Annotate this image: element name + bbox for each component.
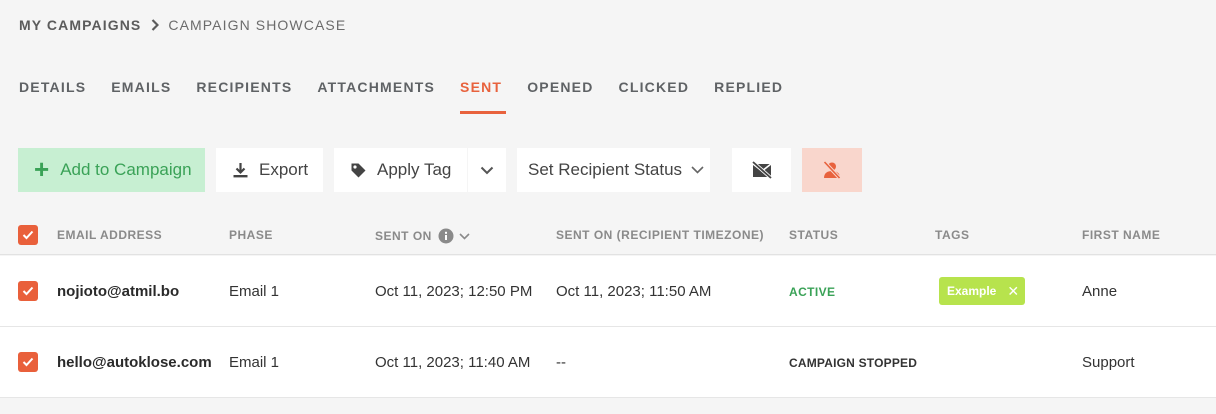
close-icon[interactable]: ✕ bbox=[1007, 283, 1019, 300]
table-row[interactable]: nojioto@atmil.bo Email 1 Oct 11, 2023; 1… bbox=[0, 256, 1216, 327]
chevron-right-icon bbox=[151, 19, 160, 31]
column-header-sent-on[interactable]: SENT ON bbox=[375, 228, 470, 244]
cell-first-name: Support bbox=[1082, 354, 1135, 371]
column-header-status[interactable]: STATUS bbox=[789, 228, 838, 242]
apply-tag-dropdown-button[interactable] bbox=[468, 148, 506, 192]
add-to-campaign-button[interactable]: + Add to Campaign bbox=[18, 148, 205, 192]
chevron-down-icon bbox=[691, 166, 704, 174]
check-icon bbox=[22, 286, 34, 296]
toolbar: + Add to Campaign Export Apply Tag Set R… bbox=[18, 148, 1198, 192]
status-badge: ACTIVE bbox=[789, 285, 836, 299]
breadcrumb-root[interactable]: MY CAMPAIGNS bbox=[19, 17, 141, 33]
tag-chip: Example ✕ bbox=[939, 277, 1025, 305]
tab-sent[interactable]: SENT bbox=[460, 79, 507, 114]
cell-phase: Email 1 bbox=[229, 283, 280, 300]
export-label: Export bbox=[259, 160, 309, 179]
set-recipient-status-label: Set Recipient Status bbox=[528, 160, 683, 179]
plus-icon: + bbox=[34, 154, 50, 184]
block-recipient-button[interactable] bbox=[802, 148, 862, 192]
row-checkbox[interactable] bbox=[18, 281, 38, 301]
cell-first-name: Anne bbox=[1082, 283, 1118, 300]
tab-clicked[interactable]: CLICKED bbox=[619, 79, 690, 114]
tab-emails[interactable]: EMAILS bbox=[111, 79, 171, 114]
cell-sent-on-tz: -- bbox=[556, 354, 566, 371]
cell-sent-on-tz: Oct 11, 2023; 11:50 AM bbox=[556, 283, 712, 300]
mail-off-icon bbox=[751, 161, 773, 179]
tab-replied[interactable]: REPLIED bbox=[714, 79, 783, 114]
download-icon bbox=[232, 162, 249, 179]
apply-tag-label: Apply Tag bbox=[377, 160, 452, 179]
user-off-icon bbox=[822, 161, 842, 179]
column-header-first-name[interactable]: FIRST NAME bbox=[1082, 228, 1160, 242]
add-to-campaign-label: Add to Campaign bbox=[60, 160, 192, 179]
breadcrumb: MY CAMPAIGNS CAMPAIGN SHOWCASE bbox=[19, 17, 346, 33]
select-all-checkbox[interactable] bbox=[18, 225, 38, 245]
check-icon bbox=[22, 357, 34, 367]
tab-bar: DETAILS EMAILS RECIPIENTS ATTACHMENTS SE… bbox=[19, 79, 808, 114]
apply-tag-button[interactable]: Apply Tag bbox=[334, 148, 467, 192]
cell-email[interactable]: hello@autoklose.com bbox=[57, 354, 212, 371]
cell-phase: Email 1 bbox=[229, 354, 280, 371]
chevron-down-icon bbox=[480, 166, 494, 175]
cell-sent-on: Oct 11, 2023; 12:50 PM bbox=[375, 283, 533, 300]
column-header-tags[interactable]: TAGS bbox=[935, 228, 969, 242]
tab-recipients[interactable]: RECIPIENTS bbox=[196, 79, 292, 114]
column-header-phase[interactable]: PHASE bbox=[229, 228, 273, 242]
column-header-email[interactable]: EMAIL ADDRESS bbox=[57, 228, 162, 242]
export-button[interactable]: Export bbox=[216, 148, 323, 192]
info-icon[interactable] bbox=[438, 228, 454, 244]
row-checkbox[interactable] bbox=[18, 352, 38, 372]
column-header-sent-on-tz[interactable]: SENT ON (RECIPIENT TIMEZONE) bbox=[556, 228, 764, 242]
breadcrumb-current: CAMPAIGN SHOWCASE bbox=[168, 17, 347, 33]
status-badge: CAMPAIGN STOPPED bbox=[789, 356, 918, 370]
tab-details[interactable]: DETAILS bbox=[19, 79, 86, 114]
check-icon bbox=[22, 230, 34, 240]
set-recipient-status-dropdown[interactable]: Set Recipient Status bbox=[517, 148, 710, 192]
tab-attachments[interactable]: ATTACHMENTS bbox=[317, 79, 435, 114]
tab-opened[interactable]: OPENED bbox=[527, 79, 593, 114]
table-row[interactable]: hello@autoklose.com Email 1 Oct 11, 2023… bbox=[0, 327, 1216, 398]
cell-sent-on: Oct 11, 2023; 11:40 AM bbox=[375, 354, 531, 371]
cell-email[interactable]: nojioto@atmil.bo bbox=[57, 283, 179, 300]
column-header-sent-on-label: SENT ON bbox=[375, 229, 432, 243]
unsubscribe-button[interactable] bbox=[732, 148, 791, 192]
tag-label: Example bbox=[947, 284, 997, 298]
tag-icon bbox=[350, 162, 367, 179]
sort-chevron-down-icon[interactable] bbox=[459, 232, 470, 240]
table-header: EMAIL ADDRESS PHASE SENT ON SENT ON (REC… bbox=[0, 215, 1216, 255]
